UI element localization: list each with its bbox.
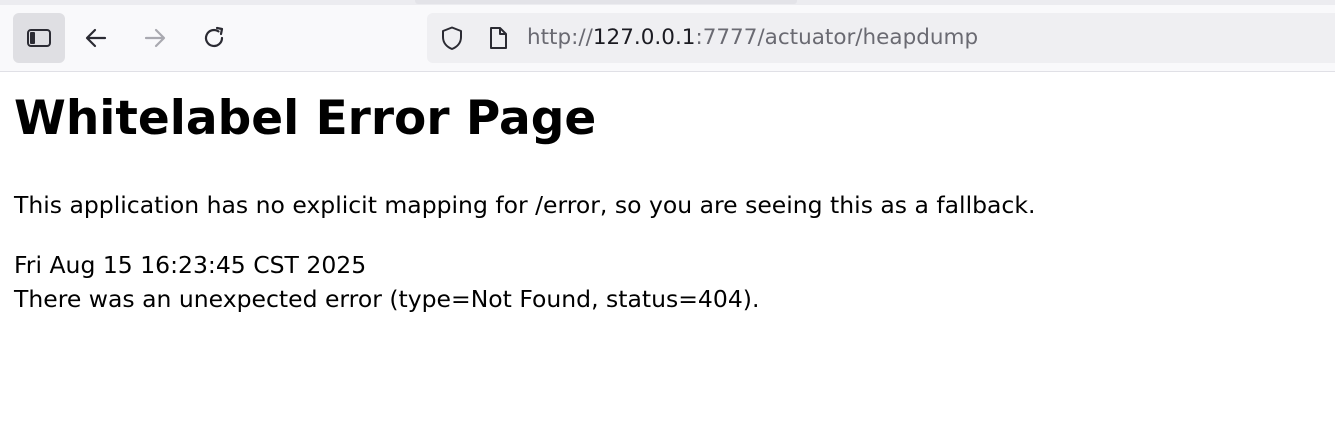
browser-toolbar: http://127.0.0.1:7777/actuator/heapdump (0, 0, 1335, 72)
reload-icon (204, 26, 224, 48)
active-tab-edge[interactable] (415, 0, 797, 4)
address-bar[interactable]: http://127.0.0.1:7777/actuator/heapdump (427, 13, 1335, 63)
page-icon[interactable] (485, 25, 511, 51)
error-message: There was an unexpected error (type=Not … (14, 285, 760, 313)
url-host: 127.0.0.1 (592, 25, 696, 50)
reload-button[interactable] (188, 13, 240, 63)
error-timestamp: Fri Aug 15 16:23:45 CST 2025 (14, 251, 367, 279)
url-text[interactable]: http://127.0.0.1:7777/actuator/heapdump (527, 24, 978, 52)
shield-icon[interactable] (439, 25, 465, 51)
url-path: :7777/actuator/heapdump (695, 25, 979, 50)
error-explanation: This application has no explicit mapping… (14, 191, 1036, 219)
tab-strip (0, 0, 1335, 5)
page-title: Whitelabel Error Page (14, 91, 597, 146)
arrow-left-icon (85, 28, 107, 48)
sidebar-toggle-button[interactable] (13, 13, 65, 63)
sidebar-toggle-icon (27, 29, 51, 47)
url-scheme: http:// (527, 25, 593, 50)
arrow-right-icon (144, 28, 166, 48)
back-button[interactable] (70, 13, 122, 63)
forward-button[interactable] (129, 13, 181, 63)
